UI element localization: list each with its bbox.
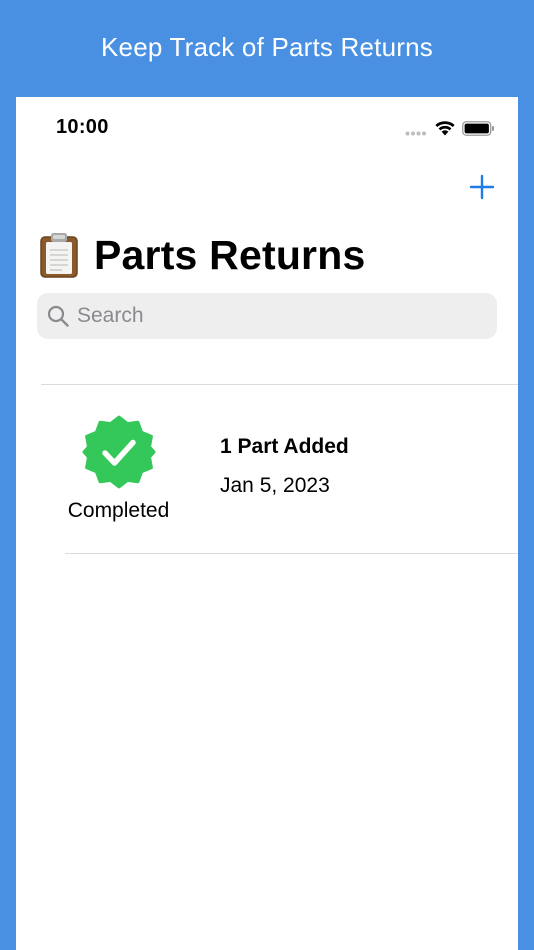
row-title: 1 Part Added bbox=[220, 435, 349, 458]
status-time: 10:00 bbox=[56, 116, 109, 138]
search-icon bbox=[47, 305, 69, 327]
page-title: Parts Returns bbox=[38, 227, 365, 283]
phone-screen: 10:00 Parts Returns Search Completed 1 P… bbox=[16, 97, 518, 950]
status-bar: 10:00 bbox=[16, 97, 518, 161]
check-badge-icon bbox=[82, 415, 156, 489]
search-bar[interactable] bbox=[37, 293, 497, 339]
list-divider-bottom bbox=[65, 553, 518, 554]
page-title-text: Parts Returns bbox=[94, 231, 366, 278]
row-date: Jan 5, 2023 bbox=[220, 474, 330, 497]
status-label: Completed bbox=[67, 499, 170, 522]
list-item[interactable]: Completed 1 Part Added Jan 5, 2023 bbox=[16, 385, 518, 553]
signal-dots-icon bbox=[405, 131, 426, 136]
search-input[interactable] bbox=[77, 304, 477, 328]
add-button[interactable] bbox=[468, 173, 496, 201]
promo-banner: Keep Track of Parts Returns bbox=[0, 0, 534, 97]
battery-icon bbox=[462, 121, 494, 136]
wifi-icon bbox=[435, 121, 455, 136]
clipboard-icon bbox=[40, 233, 78, 278]
banner-text: Keep Track of Parts Returns bbox=[101, 32, 433, 62]
